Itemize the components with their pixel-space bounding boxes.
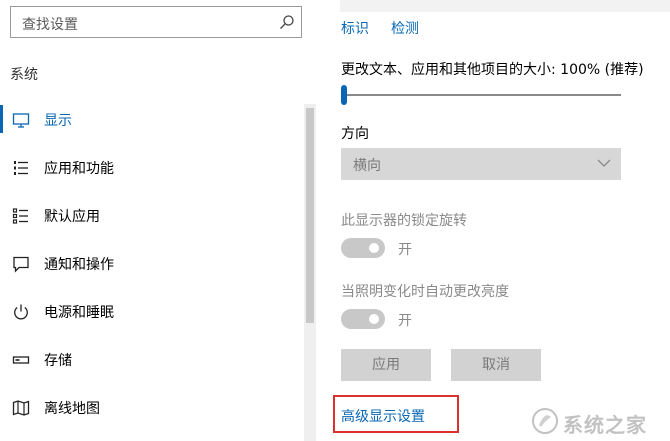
auto-brightness-state: 开 bbox=[398, 313, 412, 329]
map-icon bbox=[12, 400, 30, 416]
rotation-lock-label: 此显示器的锁定旋转 bbox=[341, 213, 467, 229]
toggle-knob bbox=[369, 314, 379, 324]
sidebar-item-label: 应用和功能 bbox=[44, 161, 114, 177]
search-input[interactable]: 查找设置 bbox=[22, 14, 78, 34]
orientation-select[interactable]: 横向 bbox=[341, 148, 621, 180]
identify-link[interactable]: 标识 bbox=[341, 18, 369, 38]
auto-brightness-label: 当照明变化时自动更改亮度 bbox=[341, 284, 509, 300]
rotation-lock-toggle[interactable] bbox=[341, 238, 385, 258]
rotation-lock-state: 开 bbox=[398, 242, 412, 258]
watermark-logo-icon bbox=[532, 408, 558, 434]
auto-brightness-toggle[interactable] bbox=[341, 309, 385, 329]
sidebar-scrollbar[interactable] bbox=[304, 104, 316, 441]
list-icon bbox=[14, 161, 28, 175]
cancel-button[interactable]: 取消 bbox=[451, 349, 541, 381]
power-icon bbox=[14, 304, 28, 320]
toggle-knob bbox=[369, 243, 379, 253]
watermark: 系统之家 bbox=[531, 403, 666, 439]
sidebar-item-label: 通知和操作 bbox=[44, 257, 114, 273]
scrollbar-thumb[interactable] bbox=[306, 108, 314, 323]
orientation-label: 方向 bbox=[341, 126, 369, 142]
sidebar-item-apps[interactable]: 应用和功能 bbox=[0, 148, 300, 188]
watermark-text: 系统之家 bbox=[563, 413, 647, 437]
sidebar-item-label: 存储 bbox=[44, 353, 72, 369]
orientation-value: 横向 bbox=[353, 158, 381, 174]
scale-label: 更改文本、应用和其他项目的大小: 100% (推荐) bbox=[341, 62, 644, 78]
display-settings-panel: 标识 检测 更改文本、应用和其他项目的大小: 100% (推荐) 方向 横向 此… bbox=[318, 0, 670, 441]
section-title: 系统 bbox=[10, 67, 38, 83]
chevron-down-icon bbox=[597, 159, 611, 167]
sidebar-item-label: 显示 bbox=[44, 113, 72, 129]
sidebar-item-power[interactable]: 电源和睡眠 bbox=[0, 292, 300, 332]
sidebar-item-label: 默认应用 bbox=[44, 209, 100, 225]
sidebar: 查找设置 系统 显示 应用和功能 默认应用 通知和操作 电源和睡眠 存储 离线地… bbox=[0, 0, 318, 441]
monitor-icon bbox=[12, 113, 30, 128]
sidebar-item-storage[interactable]: 存储 bbox=[0, 340, 300, 380]
sidebar-item-display[interactable]: 显示 bbox=[0, 100, 300, 140]
sidebar-item-label: 离线地图 bbox=[44, 401, 100, 417]
apply-button[interactable]: 应用 bbox=[341, 349, 431, 381]
search-icon[interactable] bbox=[279, 14, 295, 30]
sidebar-item-default-apps[interactable]: 默认应用 bbox=[0, 196, 300, 236]
advanced-display-settings-link[interactable]: 高级显示设置 bbox=[341, 406, 425, 426]
preview-area-edge bbox=[340, 0, 670, 12]
active-indicator bbox=[0, 105, 3, 133]
sidebar-item-label: 电源和睡眠 bbox=[44, 305, 114, 321]
message-icon bbox=[13, 256, 29, 273]
sidebar-item-notifications[interactable]: 通知和操作 bbox=[0, 244, 300, 284]
search-box[interactable]: 查找设置 bbox=[10, 6, 302, 38]
storage-icon bbox=[12, 356, 30, 364]
default-apps-icon bbox=[12, 208, 28, 224]
scale-slider-track[interactable] bbox=[341, 94, 621, 96]
detect-link[interactable]: 检测 bbox=[391, 18, 419, 38]
scale-slider-thumb[interactable] bbox=[341, 85, 347, 105]
sidebar-item-offline-maps[interactable]: 离线地图 bbox=[0, 388, 300, 428]
